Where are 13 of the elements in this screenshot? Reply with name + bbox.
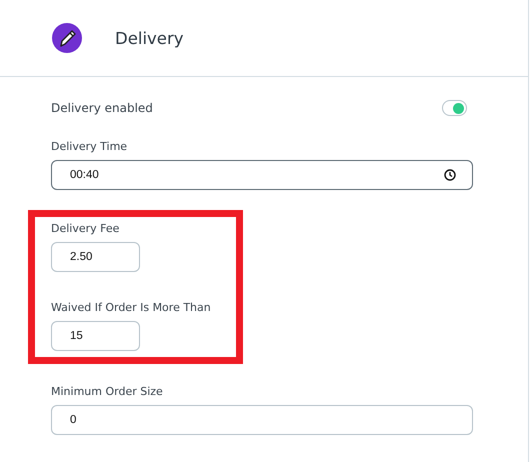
field-label: Delivery Time xyxy=(51,139,128,155)
field-label: Waived If Order Is More Than xyxy=(51,300,211,316)
field-label: Minimum Order Size xyxy=(51,384,163,400)
field-label: Delivery enabled xyxy=(51,100,153,116)
time-field[interactable]: 00:40 xyxy=(51,160,473,190)
input-field[interactable]: 0 xyxy=(51,405,473,435)
pencil-icon xyxy=(52,23,82,53)
clock-icon xyxy=(444,169,456,181)
input-field[interactable]: 15 xyxy=(51,321,140,351)
input-field[interactable]: 2.50 xyxy=(51,242,140,272)
header-title: Delivery xyxy=(115,28,184,48)
field-label: Delivery Fee xyxy=(51,221,120,237)
toggle-switch[interactable] xyxy=(442,100,467,116)
